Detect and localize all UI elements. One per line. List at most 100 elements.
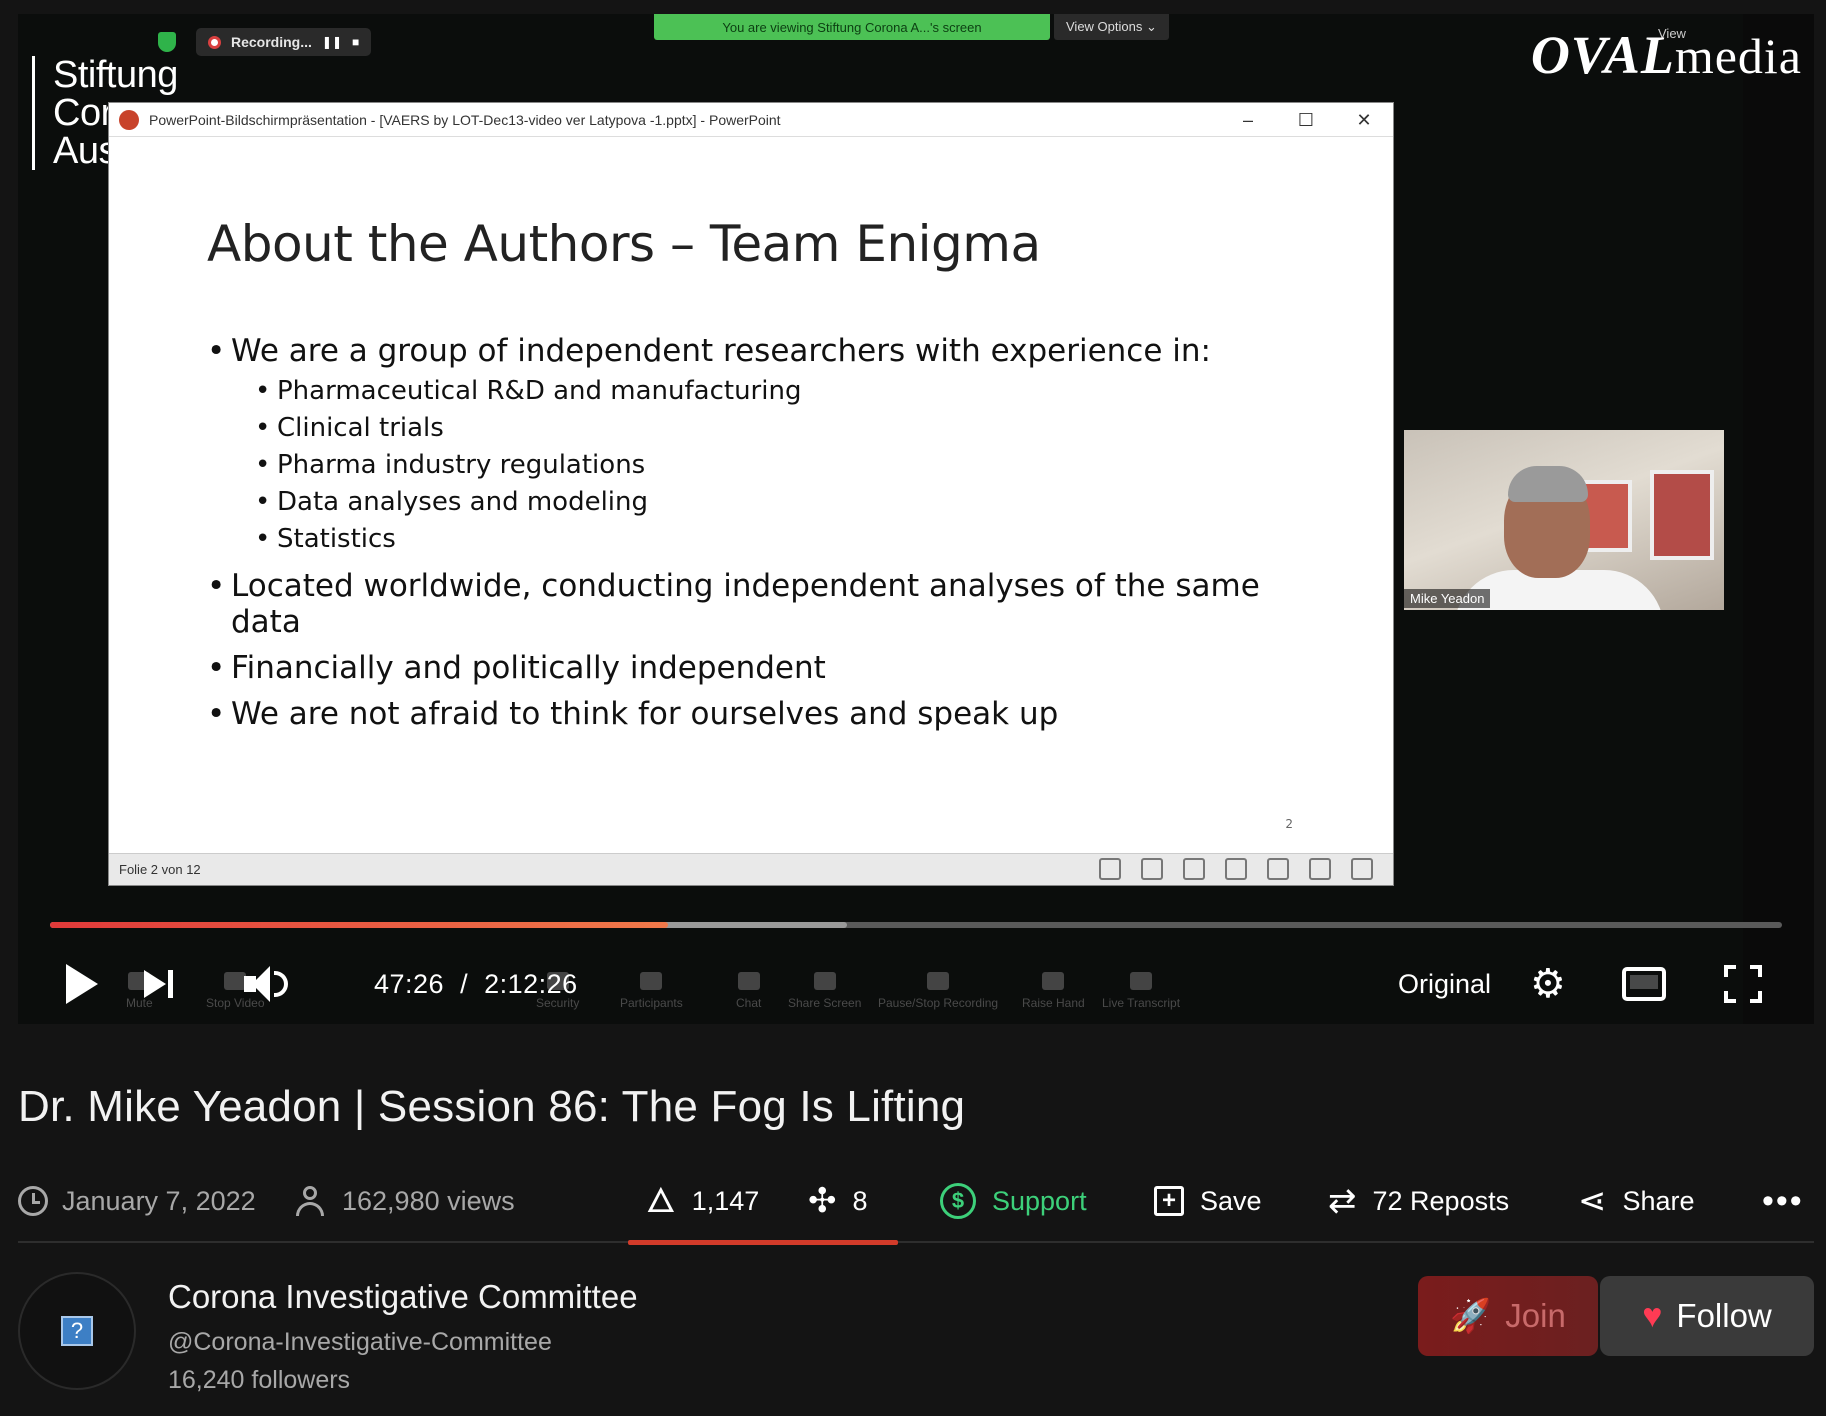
sub-bullet-item: • Pharmaceutical R&D and manufacturing <box>207 373 1267 410</box>
wall-painting <box>1650 470 1714 560</box>
shield-icon <box>158 32 176 52</box>
sub-bullet-text: Pharmaceutical R&D and manufacturing <box>277 376 802 406</box>
fullscreen-icon <box>1724 965 1762 1003</box>
oval-logo-brand: OVAL <box>1530 25 1675 85</box>
recording-indicator: Recording... ❚❚ ■ <box>196 28 372 56</box>
progress-bar[interactable] <box>50 922 1782 928</box>
played-fill <box>50 922 668 928</box>
repost-button[interactable]: ⇄ 72 Reposts <box>1328 1176 1509 1226</box>
player-controls: 47:26 / 2:12:26 Original ⚙ <box>18 954 1814 1014</box>
video-player[interactable]: Stiftung Cor Aus Recording... ❚❚ ■ You a… <box>18 14 1814 1024</box>
sub-bullet-text: Clinical trials <box>277 413 444 443</box>
window-controls: – ☐ ✕ <box>1219 103 1393 137</box>
record-dot-icon <box>208 35 221 49</box>
prev-slide-icon <box>1099 858 1121 880</box>
sub-bullet-item: • Pharma industry regulations <box>207 447 1267 484</box>
bullet-text: We are a group of independent researcher… <box>231 333 1211 369</box>
bullet-item: • We are not afraid to think for ourselve… <box>207 696 1059 732</box>
skip-next-icon <box>144 970 173 998</box>
bullet-item: • Located worldwide, conducting independe… <box>207 568 1267 640</box>
slide-number: 2 <box>1285 817 1293 831</box>
follow-button[interactable]: ♥ Follow <box>1600 1276 1814 1356</box>
time-display: 47:26 / 2:12:26 <box>374 954 578 1014</box>
pause-recording-icon: ❚❚ <box>321 35 343 49</box>
boost-button[interactable]: ✣ 8 <box>808 1176 868 1226</box>
share-icon: ⋖ <box>1578 1182 1607 1220</box>
avatar[interactable]: ? <box>18 1272 136 1390</box>
volume-icon <box>244 966 288 1002</box>
channel-name[interactable]: Corona Investigative Committee <box>168 1278 638 1316</box>
stiftung-line-1: Stiftung <box>53 54 178 96</box>
normal-view-icon <box>1225 858 1247 880</box>
rocket-icon: 🚀 <box>1450 1296 1492 1334</box>
sub-bullet-text: Data analyses and modeling <box>277 487 648 517</box>
volume-button[interactable] <box>244 954 288 1014</box>
play-button[interactable] <box>66 954 98 1014</box>
boost-icon: ✣ <box>808 1182 837 1220</box>
screen-share-banner: You are viewing Stiftung Corona A...'s s… <box>654 14 1050 40</box>
bullet-text: Financially and politically independent <box>231 650 826 686</box>
bullet-item: • We are a group of independent researche… <box>207 333 1211 369</box>
view-count: 162,980 views <box>296 1176 515 1226</box>
powerpoint-statusbar: Folie 2 von 12 <box>109 853 1393 885</box>
save-button[interactable]: + Save <box>1154 1176 1262 1226</box>
participant-video: Mike Yeadon <box>1404 430 1724 610</box>
video-frame: Stiftung Cor Aus Recording... ❚❚ ■ You a… <box>18 14 1814 1024</box>
fullscreen-button[interactable] <box>1724 954 1762 1014</box>
maximize-icon: ☐ <box>1297 109 1315 130</box>
settings-button[interactable]: ⚙ <box>1530 954 1566 1014</box>
rumble-button[interactable]: 🜂 1,147 <box>646 1176 759 1226</box>
clock-icon <box>18 1186 48 1216</box>
powerpoint-window: PowerPoint-Bildschirmpräsentation - [VAE… <box>108 102 1394 886</box>
join-button[interactable]: 🚀 Join <box>1418 1276 1598 1356</box>
view-options-menu: View Options ⌄ <box>1054 14 1169 40</box>
slide-bullets: • We are a group of independent researche… <box>207 333 1267 736</box>
flame-icon: 🜂 <box>646 1182 676 1220</box>
screen-share-text: You are viewing Stiftung Corona A...'s s… <box>722 19 982 35</box>
next-slide-icon <box>1183 858 1205 880</box>
sub-bullet-item: • Clinical trials <box>207 410 1267 447</box>
minimize-icon: – <box>1242 109 1253 130</box>
theater-mode-button[interactable] <box>1622 954 1666 1014</box>
boost-count: 8 <box>852 1185 868 1216</box>
current-time: 47:26 <box>374 968 445 999</box>
sub-bullet-item: • Data analyses and modeling <box>207 484 1267 521</box>
broken-image-icon: ? <box>61 1316 93 1346</box>
follower-count: 16,240 followers <box>168 1366 351 1394</box>
close-icon: ✕ <box>1356 109 1372 130</box>
oval-media-logo: OVALmedia <box>1531 24 1802 86</box>
sub-bullet-text: Pharma industry regulations <box>277 450 646 480</box>
theater-mode-icon <box>1622 967 1666 1001</box>
support-button[interactable]: $ Support <box>940 1176 1087 1226</box>
rumble-count: 1,147 <box>691 1185 760 1216</box>
next-button[interactable] <box>144 954 173 1014</box>
participant-hair <box>1508 466 1588 502</box>
join-label: Join <box>1505 1297 1566 1334</box>
bullet-text: We are not afraid to think for ourselves… <box>231 696 1059 732</box>
bullet-text: Located worldwide, conducting independen… <box>231 568 1260 640</box>
quality-selector[interactable]: Original <box>1398 954 1491 1014</box>
slide-counter: Folie 2 von 12 <box>119 862 201 877</box>
support-label: Support <box>992 1185 1087 1216</box>
repost-icon: ⇄ <box>1328 1182 1357 1220</box>
video-title: Dr. Mike Yeadon | Session 86: The Fog Is… <box>18 1082 966 1131</box>
dollar-coin-icon: $ <box>940 1183 976 1219</box>
views-text: 162,980 views <box>342 1185 515 1216</box>
date-text: January 7, 2022 <box>62 1185 256 1216</box>
powerpoint-titlebar: PowerPoint-Bildschirmpräsentation - [VAE… <box>109 103 1393 137</box>
repost-label: 72 Reposts <box>1372 1185 1510 1216</box>
share-button[interactable]: ⋖ Share <box>1578 1176 1695 1226</box>
sub-bullet-item: • Statistics <box>207 521 1267 558</box>
upload-date: January 7, 2022 <box>18 1176 256 1226</box>
gear-icon: ⚙ <box>1530 962 1566 1006</box>
more-button[interactable]: ••• <box>1762 1176 1804 1226</box>
zoom-recording-bar: Recording... ❚❚ ■ <box>158 28 372 56</box>
powerpoint-icon <box>119 109 139 130</box>
reaction-underline <box>628 1240 898 1245</box>
reading-view-icon <box>1309 858 1331 880</box>
meta-divider <box>18 1241 1814 1243</box>
add-to-playlist-icon: + <box>1154 1186 1184 1216</box>
presentation-slide: About the Authors – Team Enigma • We are … <box>109 137 1393 853</box>
heart-icon: ♥ <box>1642 1296 1663 1335</box>
channel-handle: @Corona-Investigative-Committee <box>168 1328 552 1356</box>
